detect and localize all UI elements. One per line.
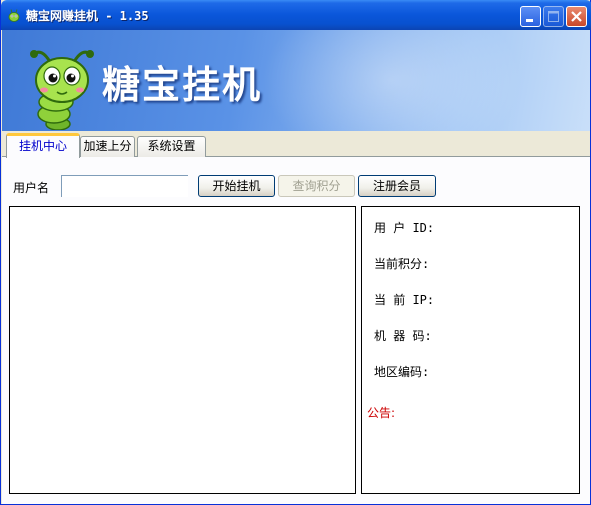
tab-speed-up[interactable]: 加速上分 bbox=[80, 136, 135, 157]
app-window: 糖宝网赚挂机 - 1.35 糖宝挂机 挂机中心 加速上分 系统设置 用户名 开始… bbox=[0, 0, 591, 505]
maximize-button[interactable] bbox=[543, 6, 564, 27]
user-id-label: 用 户 ID: bbox=[374, 221, 435, 235]
caterpillar-mascot-logo bbox=[30, 50, 94, 130]
log-box[interactable] bbox=[9, 206, 356, 494]
query-points-button[interactable]: 查询积分 bbox=[278, 175, 355, 197]
minimize-icon bbox=[526, 19, 533, 22]
caterpillar-app-icon bbox=[8, 9, 20, 22]
maximize-icon bbox=[548, 11, 559, 22]
minimize-button[interactable] bbox=[520, 6, 541, 27]
header-banner: 糖宝挂机 bbox=[2, 30, 590, 131]
tab-system-settings[interactable]: 系统设置 bbox=[137, 136, 206, 157]
banner-title: 糖宝挂机 bbox=[102, 63, 263, 107]
current-ip-label: 当 前 IP: bbox=[374, 293, 435, 307]
region-code-label: 地区编码: bbox=[374, 365, 430, 379]
username-input[interactable] bbox=[61, 175, 188, 197]
notice-label: 公告: bbox=[367, 406, 396, 420]
register-member-button[interactable]: 注册会员 bbox=[358, 175, 436, 197]
title-bar[interactable]: 糖宝网赚挂机 - 1.35 bbox=[1, 0, 591, 30]
close-icon bbox=[571, 11, 582, 22]
banner-glow bbox=[262, 30, 522, 131]
info-panel: 用 户 ID: 当前积分: 当 前 IP: 机 器 码: 地区编码: 公告: bbox=[361, 206, 580, 494]
username-label: 用户名 bbox=[13, 181, 50, 195]
machine-code-label: 机 器 码: bbox=[374, 329, 432, 343]
window-title: 糖宝网赚挂机 - 1.35 bbox=[26, 9, 149, 23]
close-button[interactable] bbox=[566, 6, 587, 27]
current-points-label: 当前积分: bbox=[374, 257, 430, 271]
tab-hangup-center[interactable]: 挂机中心 bbox=[6, 133, 80, 158]
start-hangup-button[interactable]: 开始挂机 bbox=[198, 175, 275, 197]
